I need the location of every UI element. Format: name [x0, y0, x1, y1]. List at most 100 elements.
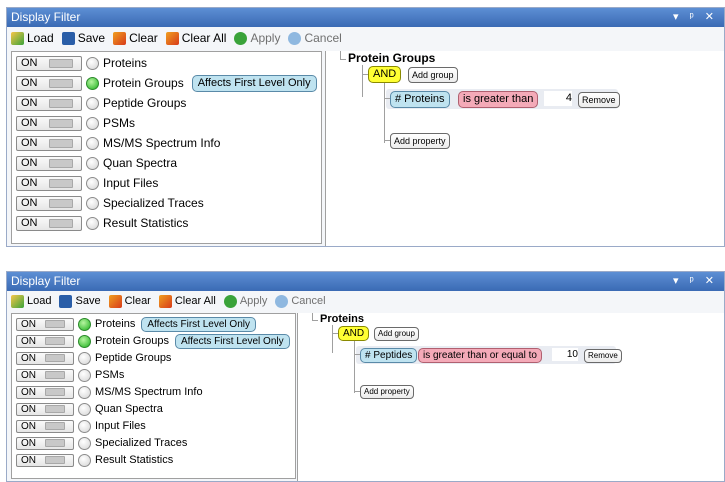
status-indicator-icon [78, 351, 91, 365]
affects-first-level-chip[interactable]: Affects First Level Only [174, 333, 290, 349]
toggle-label: ON [21, 335, 36, 347]
item-label[interactable]: Input Files [103, 176, 158, 190]
toggle-knob [45, 320, 65, 328]
save-label: Save [75, 295, 101, 307]
and-operator[interactable]: AND [338, 326, 370, 341]
item-label[interactable]: MS/MS Spectrum Info [95, 386, 203, 398]
clear-all-button[interactable]: Clear All [158, 294, 216, 308]
on-toggle[interactable]: ON [16, 195, 82, 211]
cancel-button[interactable]: Cancel [275, 294, 326, 308]
item-label[interactable]: Proteins [103, 56, 147, 70]
clear-all-button[interactable]: Clear All [165, 31, 226, 45]
toggle-label: ON [21, 369, 36, 381]
affects-first-level-chip[interactable]: Affects First Level Only [191, 74, 317, 92]
toggle-knob [49, 58, 73, 68]
on-toggle[interactable]: ON [16, 453, 74, 467]
on-toggle[interactable]: ON [16, 385, 74, 399]
on-toggle[interactable]: ON [16, 135, 82, 151]
on-toggle[interactable]: ON [16, 115, 82, 131]
on-toggle[interactable]: ON [16, 317, 74, 331]
list-item: ON Peptide Groups [16, 350, 171, 366]
save-button[interactable]: Save [61, 31, 105, 45]
status-indicator-icon [86, 196, 99, 210]
list-item: ON PSMs [16, 114, 135, 132]
toggle-knob [45, 354, 65, 362]
clear-all-icon [165, 31, 179, 45]
toggle-knob [45, 371, 65, 379]
operator-selector[interactable]: is greater than [458, 91, 539, 108]
apply-button[interactable]: Apply [223, 294, 267, 308]
apply-button[interactable]: Apply [234, 31, 280, 45]
on-toggle[interactable]: ON [16, 436, 74, 450]
panel-title: Display Filter [11, 274, 81, 288]
item-label[interactable]: Protein Groups [95, 335, 169, 347]
toggle-knob [49, 118, 73, 128]
item-label[interactable]: Input Files [95, 420, 146, 432]
property-selector[interactable]: # Peptides [360, 348, 418, 363]
property-selector[interactable]: # Proteins [390, 91, 450, 108]
value-input[interactable]: 4 [544, 91, 572, 106]
tree-connector [312, 313, 313, 321]
item-label[interactable]: Proteins [95, 318, 135, 330]
item-label[interactable]: Peptide Groups [103, 96, 186, 110]
item-label[interactable]: PSMs [103, 116, 135, 130]
clear-button[interactable]: Clear [108, 294, 151, 308]
affects-first-level-chip[interactable]: Affects First Level Only [141, 316, 256, 332]
remove-button[interactable]: Remove [584, 349, 622, 363]
item-label[interactable]: Result Statistics [95, 454, 173, 466]
value-input[interactable]: 10 [552, 348, 578, 361]
tree-connector [340, 51, 341, 60]
list-item: ON Result Statistics [16, 214, 188, 232]
toggle-knob [49, 218, 73, 228]
remove-button[interactable]: Remove [578, 92, 620, 108]
on-toggle[interactable]: ON [16, 351, 74, 365]
on-toggle[interactable]: ON [16, 55, 82, 71]
item-label[interactable]: PSMs [95, 369, 124, 381]
status-indicator-icon [86, 96, 99, 110]
clear-icon [113, 31, 127, 45]
save-button[interactable]: Save [59, 294, 101, 308]
cancel-button[interactable]: Cancel [288, 31, 342, 45]
on-toggle[interactable]: ON [16, 402, 74, 416]
window-controls[interactable]: ▾ ᵖ ✕ [673, 8, 718, 27]
status-indicator-icon [78, 368, 91, 382]
add-group-button[interactable]: Add group [374, 327, 419, 341]
item-label[interactable]: Specialized Traces [95, 437, 187, 449]
on-toggle[interactable]: ON [16, 95, 82, 111]
list-item: ON Result Statistics [16, 452, 173, 468]
toggle-label: ON [21, 57, 38, 69]
on-toggle[interactable]: ON [16, 175, 82, 191]
load-button[interactable]: Load [11, 294, 51, 308]
tree-connector [384, 83, 385, 143]
item-label[interactable]: Specialized Traces [103, 196, 204, 210]
clear-button[interactable]: Clear [113, 31, 158, 45]
add-group-button[interactable]: Add group [408, 67, 458, 83]
item-label[interactable]: Quan Spectra [95, 403, 163, 415]
load-icon [11, 294, 24, 308]
toggle-label: ON [21, 97, 38, 109]
add-property-button[interactable]: Add property [390, 133, 450, 149]
load-button[interactable]: Load [11, 31, 54, 45]
item-label[interactable]: Peptide Groups [95, 352, 171, 364]
item-label[interactable]: MS/MS Spectrum Info [103, 136, 220, 150]
on-toggle[interactable]: ON [16, 419, 74, 433]
item-label[interactable]: Protein Groups [103, 76, 184, 90]
and-operator[interactable]: AND [368, 66, 402, 83]
on-toggle[interactable]: ON [16, 368, 74, 382]
toggle-label: ON [21, 386, 36, 398]
add-property-button[interactable]: Add property [360, 385, 414, 399]
on-toggle[interactable]: ON [16, 334, 74, 348]
item-label[interactable]: Result Statistics [103, 216, 188, 230]
item-label[interactable]: Quan Spectra [103, 156, 177, 170]
toolbar: Load Save Clear Clear All Apply Cancel [7, 291, 724, 311]
cancel-icon [288, 31, 302, 45]
display-filter-panel-2: Display Filter ▾ ᵖ ✕ Load Save Clear Cle… [6, 271, 725, 482]
apply-label: Apply [250, 31, 281, 45]
on-toggle[interactable]: ON [16, 75, 82, 91]
toggle-knob [45, 456, 65, 464]
window-controls[interactable]: ▾ ᵖ ✕ [673, 272, 718, 291]
on-toggle[interactable]: ON [16, 155, 82, 171]
operator-selector[interactable]: is greater than or equal to [418, 348, 542, 363]
toggle-knob [49, 98, 73, 108]
on-toggle[interactable]: ON [16, 215, 82, 231]
